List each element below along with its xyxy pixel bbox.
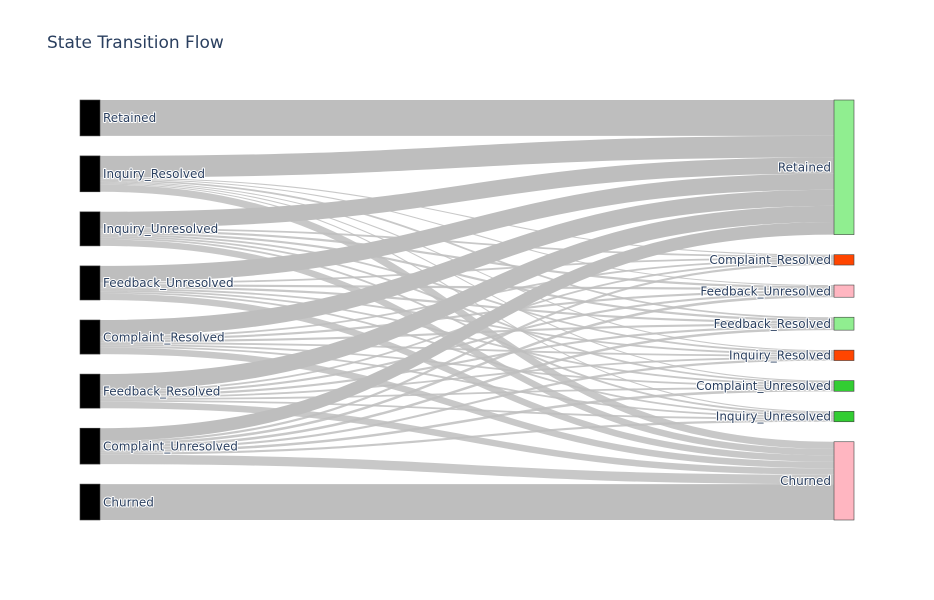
source-node-inquiry-unresolved[interactable] (79, 211, 101, 247)
source-node-retained[interactable] (79, 99, 101, 137)
source-node-label-retained: Retained (103, 111, 156, 125)
source-node-complaint-resolved[interactable] (79, 319, 101, 355)
target-node-feedback-unresolved[interactable] (833, 284, 855, 298)
target-node-label-feedback-resolved: Feedback_Resolved (714, 317, 831, 331)
source-node-complaint-unresolved[interactable] (79, 427, 101, 465)
source-node-churned[interactable] (79, 483, 101, 521)
target-node-complaint-resolved[interactable] (833, 254, 855, 266)
sankey-diagram: Retained Inquiry_Resolved Inquiry_Unresolv… (79, 99, 855, 521)
target-node-label-inquiry-resolved: Inquiry_Resolved (729, 349, 831, 363)
target-node-label-retained: Retained (778, 161, 831, 175)
source-node-inquiry-resolved[interactable] (79, 155, 101, 193)
target-node-label-complaint-unresolved: Complaint_Unresolved (696, 379, 831, 393)
target-node-retained[interactable] (833, 99, 855, 235)
source-node-label-churned: Churned (103, 495, 154, 509)
source-node-feedback-unresolved[interactable] (79, 265, 101, 301)
target-node-label-complaint-resolved: Complaint_Resolved (709, 253, 831, 267)
target-node-label-inquiry-unresolved: Inquiry_Unresolved (716, 410, 831, 424)
source-node-label-inquiry-unresolved: Inquiry_Unresolved (103, 222, 218, 236)
source-node-label-inquiry-resolved: Inquiry_Resolved (103, 167, 205, 181)
target-node-churned[interactable] (833, 441, 855, 521)
target-node-complaint-unresolved[interactable] (833, 380, 855, 392)
target-node-inquiry-resolved[interactable] (833, 349, 855, 361)
source-node-label-feedback-unresolved: Feedback_Unresolved (103, 276, 234, 290)
source-node-label-feedback-resolved: Feedback_Resolved (103, 384, 220, 398)
target-node-feedback-resolved[interactable] (833, 316, 855, 331)
source-node-feedback-resolved[interactable] (79, 373, 101, 409)
source-node-label-complaint-unresolved: Complaint_Unresolved (103, 439, 238, 453)
target-node-label-churned: Churned (780, 474, 831, 488)
source-node-label-complaint-resolved: Complaint_Resolved (103, 330, 225, 344)
target-node-label-feedback-unresolved: Feedback_Unresolved (700, 284, 831, 298)
target-node-inquiry-unresolved[interactable] (833, 411, 855, 423)
